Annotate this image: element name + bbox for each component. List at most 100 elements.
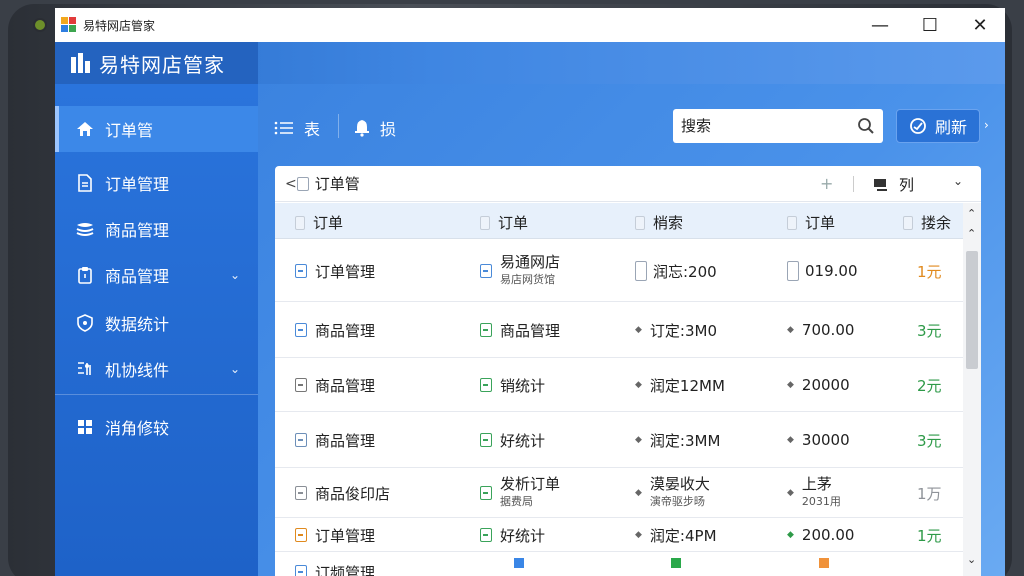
cell-name: 商品管理 xyxy=(295,358,375,412)
color-swatch-icon xyxy=(671,558,681,568)
column-header-label: 梢索 xyxy=(653,214,684,232)
search-box[interactable] xyxy=(673,109,883,143)
sidebar-item-order-management[interactable]: 订单管理 xyxy=(55,160,258,206)
cell-status-text: 润定12MM xyxy=(649,376,725,395)
cell-status: 润忘:200 xyxy=(635,240,717,302)
scrollbar[interactable]: ⌃ ⌃ ⌄ xyxy=(963,203,981,576)
notification-button[interactable]: 损 xyxy=(354,116,396,140)
table-row[interactable]: 商品管理 销统计 ◆ 润定12MM ◆ 20000 2元 xyxy=(275,358,963,412)
cell-type-text-wrapper: 发析订单 据费局 xyxy=(500,476,560,510)
diamond-icon: ◆ xyxy=(787,380,794,390)
table-row[interactable]: 订单管理 易通网店 易店网货馆 润忘:200 019.00 1元 xyxy=(275,240,963,302)
cell-amount xyxy=(819,552,829,576)
document-icon xyxy=(295,323,307,337)
cell-amount-text: 上茅 xyxy=(801,475,832,493)
maximize-button[interactable]: ☐ xyxy=(905,8,955,42)
columns-button[interactable]: 列 xyxy=(873,174,914,195)
sidebar-item-label: 消角修较 xyxy=(105,419,170,438)
cell-status: ◆ 润定:4PM xyxy=(635,518,717,552)
chevron-down-icon[interactable]: ⌄ xyxy=(953,174,963,188)
cell-name-text: 商品管理 xyxy=(315,321,376,340)
table-row[interactable]: 商品俊印店 发析订单 据费局 ◆ 漠晏收大 演帝驱步旸 ◆ 上茅 2031用 1万 xyxy=(275,468,963,518)
document-icon xyxy=(295,486,307,500)
scroll-thumb[interactable] xyxy=(966,251,978,369)
column-header-3[interactable]: 梢索 xyxy=(635,212,683,233)
document-icon xyxy=(480,264,492,278)
cell-amount: ◆ 30000 xyxy=(787,412,850,468)
search-icon[interactable] xyxy=(857,117,875,139)
cell-type xyxy=(514,552,524,576)
column-header-label: 订单 xyxy=(805,214,836,232)
cell-status-text-wrapper: 漠晏收大 演帝驱步旸 xyxy=(650,476,710,510)
cell-type-text: 销统计 xyxy=(500,376,546,395)
chevron-down-icon[interactable]: ⌄ xyxy=(230,268,240,282)
brand: 易特网店管家 xyxy=(55,42,258,84)
cell-balance: 2元 xyxy=(917,358,942,412)
document-icon xyxy=(480,433,492,447)
document-icon xyxy=(480,528,492,542)
cell-amount-text: 30000 xyxy=(801,431,850,449)
column-header-1[interactable]: 订单 xyxy=(295,212,343,233)
table-row[interactable]: 商品管理 商品管理 ◆ 订定:3M0 ◆ 700.00 3元 xyxy=(275,302,963,358)
header-checkbox xyxy=(635,215,645,230)
cell-type: 好统计 xyxy=(480,518,545,552)
add-button[interactable]: + xyxy=(820,174,833,193)
refresh-button[interactable]: 刷新 xyxy=(896,109,980,143)
sidebar-item-product-management-2[interactable]: 商品管理 ⌄ xyxy=(55,252,258,298)
cell-type-text: 好统计 xyxy=(500,526,546,545)
table-row[interactable]: 订频管理 xyxy=(275,552,963,576)
cell-amount-text-sub: 2031用 xyxy=(801,495,841,508)
cell-balance: 3元 xyxy=(917,412,942,468)
header-bar: 易特网店管家 xyxy=(55,42,1005,84)
chevron-down-icon[interactable]: ⌄ xyxy=(230,362,240,376)
table-row[interactable]: 商品管理 好统计 ◆ 润定:3MM ◆ 30000 3元 xyxy=(275,412,963,468)
cell-type-text-sub: 据费局 xyxy=(500,495,533,508)
cell-status: ◆ 润定:3MM xyxy=(635,412,720,468)
list-icon xyxy=(274,121,294,135)
sidebar-item-settings[interactable]: 机协线件 ⌄ xyxy=(55,346,258,392)
column-header-4[interactable]: 订单 xyxy=(787,212,835,233)
scroll-down-button[interactable]: ⌄ xyxy=(967,553,976,566)
sidebar-item-misc[interactable]: 消角修较 xyxy=(55,404,258,450)
list-view-label: 表 xyxy=(304,120,321,139)
settings-grid-icon xyxy=(75,359,95,379)
scroll-up-button-2[interactable]: ⌃ xyxy=(967,227,976,240)
table-row[interactable]: 订单管理 好统计 ◆ 润定:4PM ◆ 200.00 1元 xyxy=(275,518,963,552)
cell-balance: 1元 xyxy=(917,518,942,552)
scroll-up-button[interactable]: ⌃ xyxy=(967,207,976,220)
header-checkbox xyxy=(903,215,913,230)
search-input[interactable] xyxy=(681,111,851,141)
cell-name: 商品管理 xyxy=(295,412,375,468)
cell-name: 订单管理 xyxy=(295,518,375,552)
cell-name-text: 商品管理 xyxy=(315,431,376,450)
cell-type-text: 商品管理 xyxy=(500,321,561,340)
sidebar-item-data-statistics[interactable]: 数据统计 xyxy=(55,300,258,346)
cell-amount-text: 200.00 xyxy=(801,526,855,544)
select-all-checkbox[interactable] xyxy=(296,176,309,191)
window-title: 易特网店管家 xyxy=(83,18,156,33)
column-header-5[interactable]: 搂余 xyxy=(903,212,951,233)
cell-status-text: 订定:3M0 xyxy=(649,321,718,340)
cell-status-text: 润忘:200 xyxy=(653,262,717,281)
sidebar-item-label: 商品管理 xyxy=(105,267,170,286)
chevron-right-icon[interactable]: › xyxy=(984,118,989,132)
back-button[interactable]: < xyxy=(285,176,297,192)
cell-amount-text: 700.00 xyxy=(801,321,855,339)
cell-name: 商品管理 xyxy=(295,302,375,358)
list-view-button[interactable]: 表 xyxy=(274,116,320,140)
sidebar-item-product-management[interactable]: 商品管理 xyxy=(55,206,258,252)
document-icon xyxy=(295,264,307,278)
diamond-icon: ◆ xyxy=(787,530,794,540)
columns-icon xyxy=(873,178,889,192)
sidebar-item-order-overview[interactable]: 订单管 xyxy=(55,106,258,152)
cell-type-text: 好统计 xyxy=(500,431,546,450)
cell-amount-text-wrapper: 上茅 2031用 xyxy=(802,476,841,510)
document-icon xyxy=(480,323,492,337)
toolbar-divider xyxy=(338,114,339,138)
document-icon xyxy=(480,486,492,500)
home-icon xyxy=(75,119,95,139)
minimize-button[interactable]: — xyxy=(855,8,905,42)
cell-type-text-wrapper: 易通网店 易店网货馆 xyxy=(500,254,560,288)
column-header-2[interactable]: 订单 xyxy=(480,212,528,233)
close-button[interactable]: ✕ xyxy=(955,8,1005,42)
